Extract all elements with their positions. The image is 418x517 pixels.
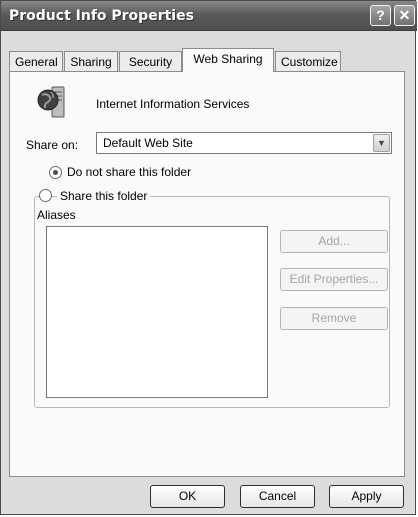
tab-label: General — [15, 55, 58, 69]
add-alias-button[interactable]: Add... — [280, 230, 388, 253]
service-label: Internet Information Services — [96, 97, 250, 111]
web-sharing-panel: Internet Information Services Share on: … — [9, 71, 405, 477]
ok-button[interactable]: OK — [150, 485, 225, 508]
tab-web-sharing[interactable]: Web Sharing — [182, 48, 274, 72]
close-button[interactable]: ✕ — [394, 5, 415, 26]
edit-properties-button[interactable]: Edit Properties... — [280, 268, 388, 291]
do-not-share-label[interactable]: Do not share this folder — [67, 165, 191, 179]
tab-label: Customize — [281, 55, 338, 69]
aliases-list[interactable] — [46, 226, 268, 398]
share-this-folder-label[interactable]: Share this folder — [57, 189, 151, 203]
tab-customize[interactable]: Customize — [275, 51, 341, 71]
tab-security[interactable]: Security — [119, 51, 182, 71]
share-on-label: Share on: — [26, 138, 79, 152]
chevron-down-icon[interactable]: ▼ — [373, 134, 390, 152]
tab-label: Security — [128, 55, 173, 69]
window-title: Product Info Properties — [9, 8, 194, 24]
close-icon: ✕ — [398, 7, 411, 23]
help-icon: ? — [376, 7, 385, 23]
title-bar[interactable]: Product Info Properties ? ✕ — [1, 1, 417, 31]
aliases-label: Aliases — [37, 208, 76, 222]
do-not-share-radio[interactable] — [49, 166, 62, 179]
apply-button[interactable]: Apply — [329, 485, 404, 508]
tab-general[interactable]: General — [9, 51, 63, 71]
share-on-value: Default Web Site — [103, 136, 193, 150]
help-button[interactable]: ? — [370, 5, 391, 26]
radio-selected-dot — [53, 170, 58, 175]
properties-dialog: Product Info Properties ? ✕ General Shar… — [0, 0, 417, 515]
share-this-folder-radio[interactable] — [39, 189, 52, 202]
tab-sharing[interactable]: Sharing — [64, 51, 118, 71]
share-on-select[interactable]: Default Web Site ▼ — [96, 132, 392, 154]
tab-label: Sharing — [70, 55, 112, 69]
cancel-button[interactable]: Cancel — [240, 485, 315, 508]
tab-label: Web Sharing — [193, 52, 263, 66]
iis-globe-server-icon — [37, 86, 65, 118]
remove-alias-button[interactable]: Remove — [280, 307, 388, 330]
